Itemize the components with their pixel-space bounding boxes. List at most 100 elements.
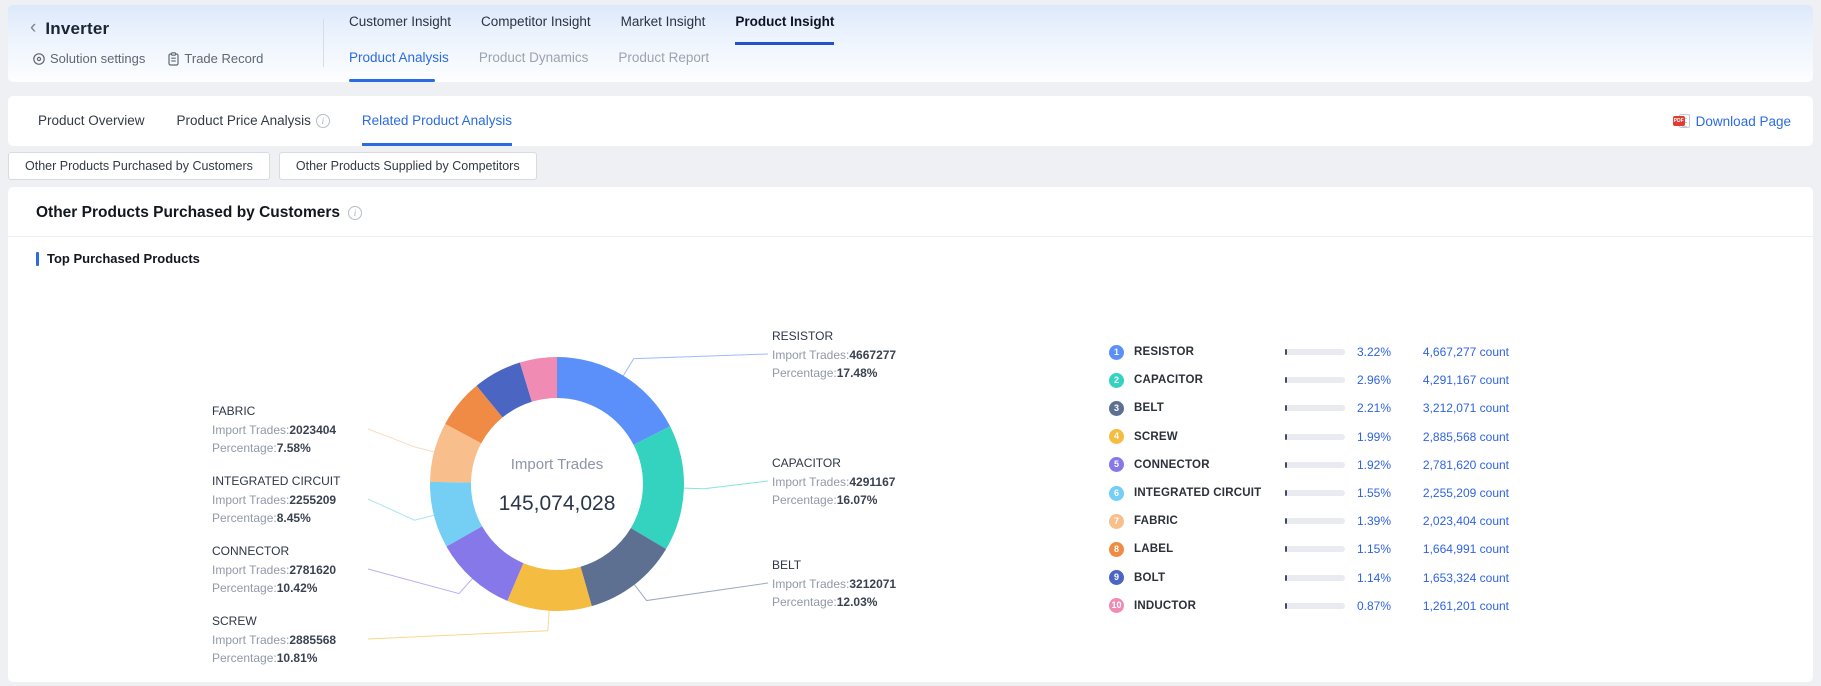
legend-row-integrated-circuit[interactable]: 6INTEGRATED CIRCUIT1.55%2,255,209 count bbox=[1109, 479, 1509, 507]
pie-slice-capacitor[interactable] bbox=[631, 426, 684, 549]
rank-badge: 5 bbox=[1109, 457, 1124, 472]
rank-badge: 10 bbox=[1109, 598, 1124, 613]
subtab-product-analysis[interactable]: Product Analysis bbox=[349, 50, 449, 65]
tab-customer-insight[interactable]: Customer Insight bbox=[349, 14, 451, 45]
legend-product-name: CONNECTOR bbox=[1134, 459, 1285, 471]
callout-line bbox=[634, 583, 768, 601]
callout-import-trades: 2255209 bbox=[289, 493, 336, 507]
solution-settings-label: Solution settings bbox=[50, 51, 145, 66]
tab-product-price-analysis-label: Product Price Analysis bbox=[177, 113, 311, 128]
callout-product-name: RESISTOR bbox=[772, 328, 942, 345]
legend-progress-bar bbox=[1285, 349, 1345, 355]
legend-row-capacitor[interactable]: 2CAPACITOR2.96%4,291,167 count bbox=[1109, 366, 1509, 394]
pie-slice-resistor[interactable] bbox=[557, 357, 670, 445]
filter-button-row: Other Products Purchased by Customers Ot… bbox=[8, 152, 537, 180]
legend-row-bolt[interactable]: 9 BOLT 1.14%1,653,324 count bbox=[1109, 564, 1509, 592]
legend-count: 2,885,568 count bbox=[1391, 430, 1509, 444]
legend-row-inductor[interactable]: 10INDUCTOR0.87%1,261,201 count bbox=[1109, 592, 1509, 620]
legend-row-screw[interactable]: 4 SCREW 1.99%2,885,568 count bbox=[1109, 423, 1509, 451]
chart-legend: 1RESISTOR3.22%4,667,277 count2CAPACITOR2… bbox=[1109, 338, 1509, 620]
legend-row-resistor[interactable]: 1RESISTOR3.22%4,667,277 count bbox=[1109, 338, 1509, 366]
legend-count: 3,212,071 count bbox=[1391, 401, 1509, 415]
header-panel: ‹ Inverter Solution settings Trade Recor… bbox=[8, 5, 1813, 82]
filter-purchased-by-customers[interactable]: Other Products Purchased by Customers bbox=[8, 152, 270, 180]
tab-competitor-insight[interactable]: Competitor Insight bbox=[481, 14, 591, 45]
legend-count: 1,664,991 count bbox=[1391, 542, 1509, 556]
filter-supplied-by-competitors[interactable]: Other Products Supplied by Competitors bbox=[279, 152, 537, 180]
tab-product-overview[interactable]: Product Overview bbox=[38, 96, 145, 146]
page-title: Inverter bbox=[45, 19, 109, 39]
legend-progress-bar bbox=[1285, 575, 1345, 581]
legend-product-name: RESISTOR bbox=[1134, 346, 1285, 358]
clipboard-icon bbox=[167, 52, 180, 66]
product-subtabs: Product Analysis Product Dynamics Produc… bbox=[349, 50, 709, 65]
callout-line bbox=[368, 569, 472, 594]
rank-badge: 7 bbox=[1109, 514, 1124, 529]
legend-product-name: FABRIC bbox=[1134, 515, 1285, 527]
tab-related-product-analysis-label: Related Product Analysis bbox=[362, 113, 512, 128]
tab-product-price-analysis[interactable]: Product Price Analysis i bbox=[177, 96, 330, 146]
callout-import-trades: 4291167 bbox=[849, 475, 895, 489]
callout-label-fabric: FABRICImport Trades:2023404Percentage:7.… bbox=[212, 403, 382, 457]
card-divider bbox=[8, 236, 1813, 237]
legend-percentage: 2.21% bbox=[1345, 401, 1391, 415]
callout-label-screw: SCREWImport Trades:2885568Percentage:10.… bbox=[212, 613, 382, 667]
section-title: Top Purchased Products bbox=[47, 251, 200, 266]
insight-tabs: Customer Insight Competitor Insight Mark… bbox=[349, 14, 834, 45]
legend-row-belt[interactable]: 3 BELT 2.21%3,212,071 count bbox=[1109, 394, 1509, 422]
legend-progress-bar bbox=[1285, 490, 1345, 496]
tab-related-product-analysis[interactable]: Related Product Analysis bbox=[362, 96, 512, 146]
legend-progress-bar bbox=[1285, 546, 1345, 552]
callout-product-name: CONNECTOR bbox=[212, 543, 382, 560]
legend-percentage: 1.14% bbox=[1345, 571, 1391, 585]
callout-import-trades: 2023404 bbox=[289, 423, 336, 437]
legend-product-name: BOLT bbox=[1134, 572, 1285, 584]
pdf-icon: PDF bbox=[1673, 113, 1690, 129]
analysis-nav-panel: Product Overview Product Price Analysis … bbox=[8, 96, 1813, 146]
legend-row-fabric[interactable]: 7FABRIC1.39%2,023,404 count bbox=[1109, 507, 1509, 535]
callout-import-trades: 3212071 bbox=[849, 577, 896, 591]
back-icon[interactable]: ‹ bbox=[30, 18, 36, 38]
section-accent-bar bbox=[36, 252, 39, 266]
callout-label-integrated-circuit: INTEGRATED CIRCUITImport Trades:2255209P… bbox=[212, 473, 382, 527]
legend-product-name: SCREW bbox=[1134, 431, 1285, 443]
callout-line bbox=[623, 354, 768, 376]
legend-product-name: LABEL bbox=[1134, 543, 1285, 555]
legend-progress-bar bbox=[1285, 405, 1345, 411]
info-icon[interactable]: i bbox=[348, 206, 362, 220]
info-icon[interactable]: i bbox=[316, 114, 330, 128]
donut-chart: Import Trades 145,074,028 RESISTORImport… bbox=[8, 270, 1813, 682]
subtab-product-dynamics[interactable]: Product Dynamics bbox=[479, 50, 589, 65]
solution-settings-link[interactable]: Solution settings bbox=[32, 51, 145, 66]
rank-badge: 8 bbox=[1109, 542, 1124, 557]
trade-record-link[interactable]: Trade Record bbox=[167, 51, 263, 66]
legend-percentage: 1.99% bbox=[1345, 430, 1391, 444]
legend-count: 2,255,209 count bbox=[1391, 486, 1509, 500]
page: { "header": { "back_label": "Inverter", … bbox=[0, 0, 1821, 686]
callout-percentage: 10.42% bbox=[277, 581, 318, 595]
tab-product-insight[interactable]: Product Insight bbox=[735, 14, 834, 45]
legend-count: 1,653,324 count bbox=[1391, 571, 1509, 585]
rank-badge: 4 bbox=[1109, 429, 1124, 444]
header-divider bbox=[323, 19, 324, 67]
rank-badge: 9 bbox=[1109, 570, 1124, 585]
legend-row-label[interactable]: 8LABEL1.15%1,664,991 count bbox=[1109, 535, 1509, 563]
callout-product-name: INTEGRATED CIRCUIT bbox=[212, 473, 382, 490]
callout-label-capacitor: CAPACITORImport Trades:4291167Percentage… bbox=[772, 455, 942, 509]
rank-badge: 1 bbox=[1109, 345, 1124, 360]
main-card: Other Products Purchased by Customers i … bbox=[8, 187, 1813, 682]
legend-percentage: 1.55% bbox=[1345, 486, 1391, 500]
rank-badge: 3 bbox=[1109, 401, 1124, 416]
tab-market-insight[interactable]: Market Insight bbox=[621, 14, 706, 45]
callout-product-name: CAPACITOR bbox=[772, 455, 942, 472]
legend-product-name: BELT bbox=[1134, 402, 1285, 414]
download-page-button[interactable]: PDF Download Page bbox=[1673, 96, 1791, 146]
callout-percentage: 16.07% bbox=[837, 493, 878, 507]
active-subtab-underline bbox=[349, 79, 435, 82]
legend-percentage: 0.87% bbox=[1345, 599, 1391, 613]
legend-percentage: 1.39% bbox=[1345, 514, 1391, 528]
subtab-product-report[interactable]: Product Report bbox=[618, 50, 709, 65]
callout-label-resistor: RESISTORImport Trades:4667277Percentage:… bbox=[772, 328, 942, 382]
legend-row-connector[interactable]: 5CONNECTOR1.92%2,781,620 count bbox=[1109, 451, 1509, 479]
callout-percentage: 17.48% bbox=[837, 366, 878, 380]
